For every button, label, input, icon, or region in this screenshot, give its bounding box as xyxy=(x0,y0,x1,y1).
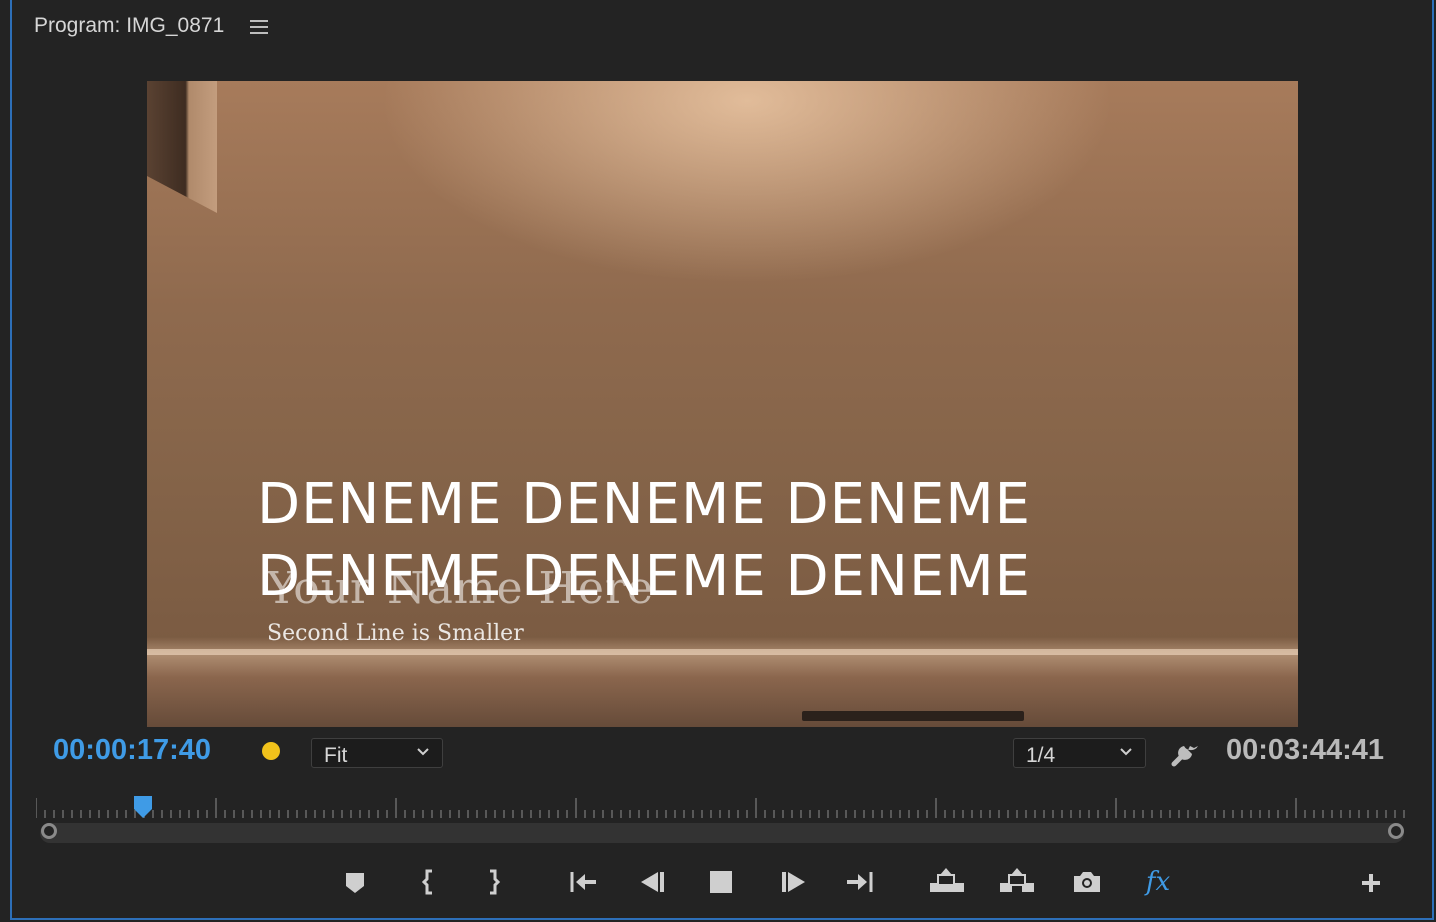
step-forward-icon xyxy=(782,872,805,892)
lift-button[interactable] xyxy=(928,866,966,898)
step-forward-button[interactable] xyxy=(776,866,810,898)
wrench-icon[interactable] xyxy=(1168,736,1202,770)
add-marker-button[interactable] xyxy=(338,866,372,898)
add-marker-icon xyxy=(346,873,364,893)
camera-icon xyxy=(1074,872,1100,892)
zoom-dropdown[interactable]: Fit xyxy=(311,738,443,768)
time-ruler[interactable] xyxy=(36,796,1406,820)
video-baseboard xyxy=(147,649,1298,655)
plus-icon xyxy=(1362,874,1380,892)
caption-line-2: DENEME DENEME DENEME xyxy=(257,544,1032,609)
zoom-value: Fit xyxy=(324,744,348,767)
current-timecode[interactable]: 00:00:17:40 xyxy=(53,734,211,767)
go-to-out-icon xyxy=(847,872,873,892)
step-back-button[interactable] xyxy=(636,866,670,898)
resolution-dropdown[interactable]: 1/4 xyxy=(1013,738,1146,768)
stop-icon xyxy=(710,871,732,893)
extract-button[interactable] xyxy=(998,866,1036,898)
extract-icon xyxy=(1000,868,1034,892)
lift-icon xyxy=(930,868,964,892)
out-handle[interactable] xyxy=(1388,823,1404,839)
mark-out-button[interactable] xyxy=(476,866,510,898)
marker-dot-icon xyxy=(262,742,280,760)
scrub-bar[interactable] xyxy=(40,823,1404,843)
mark-out-icon xyxy=(490,869,501,895)
video-wall-frame xyxy=(147,81,217,213)
panel-menu-icon[interactable] xyxy=(250,16,268,36)
duration-timecode: 00:03:44:41 xyxy=(1226,734,1384,766)
export-frame-button[interactable] xyxy=(1070,866,1104,898)
step-back-icon xyxy=(641,872,664,892)
stop-button[interactable] xyxy=(704,866,738,898)
in-handle[interactable] xyxy=(41,823,57,839)
playhead[interactable] xyxy=(132,794,154,820)
video-floor-object xyxy=(802,711,1024,721)
add-button[interactable] xyxy=(1354,866,1388,898)
fx-button[interactable]: fx xyxy=(1141,866,1175,898)
mark-in-button[interactable] xyxy=(412,866,446,898)
chevron-down-icon xyxy=(1120,748,1132,756)
overlay-subtitle-text: Second Line is Smaller xyxy=(267,621,524,646)
panel-title[interactable]: Program: IMG_0871 xyxy=(34,14,224,38)
resolution-value: 1/4 xyxy=(1026,744,1056,767)
video-preview[interactable]: Your Name Here Second Line is Smaller DE… xyxy=(147,81,1298,727)
go-to-in-button[interactable] xyxy=(566,866,600,898)
go-to-in-icon xyxy=(570,872,596,892)
caption-line-1: DENEME DENEME DENEME xyxy=(257,472,1032,537)
mark-in-icon xyxy=(421,869,432,895)
caption-text: DENEME DENEME DENEME DENEME DENEME DENEM… xyxy=(257,469,1157,613)
go-to-out-button[interactable] xyxy=(843,866,877,898)
chevron-down-icon xyxy=(417,748,429,756)
